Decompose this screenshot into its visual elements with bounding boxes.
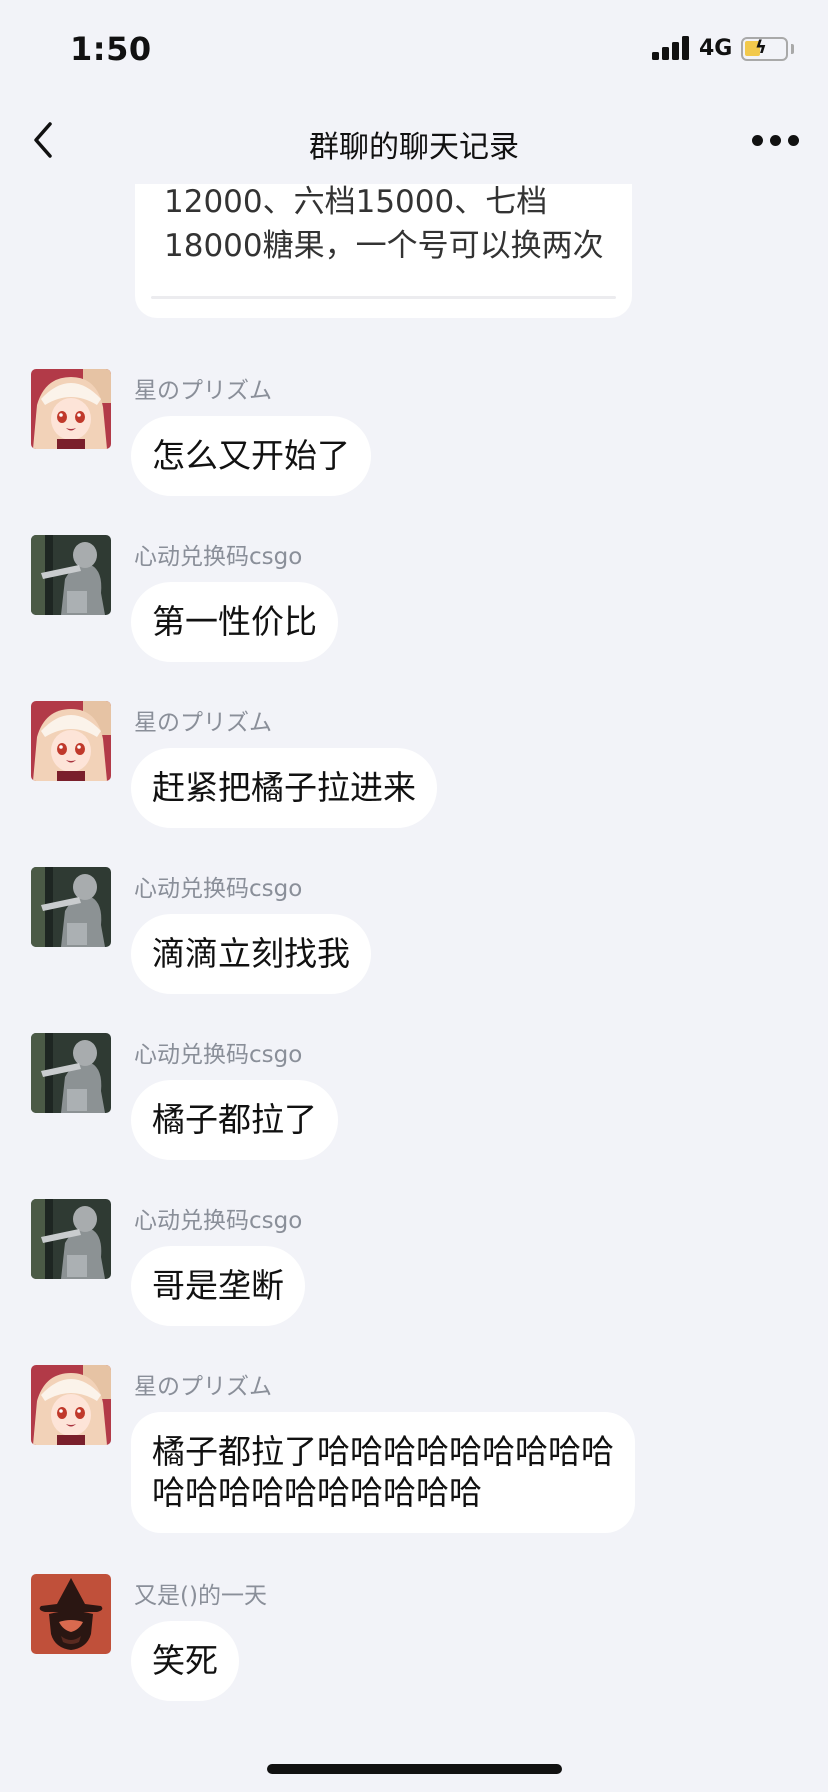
sender-name: 星のプリズム	[134, 1374, 272, 1400]
forwarded-record-card[interactable]: 12000、六档15000、七档18000糖果，一个号可以换两次	[135, 184, 632, 318]
anime-girl-avatar[interactable]	[31, 701, 111, 781]
anime-girl-avatar[interactable]	[31, 369, 111, 449]
card-divider	[151, 296, 616, 299]
status-time: 1:50	[70, 30, 152, 68]
sender-name: 心动兑换码csgo	[134, 1042, 303, 1068]
message-bubble[interactable]: 橘子都拉了	[131, 1080, 338, 1160]
dark-figure-avatar[interactable]	[31, 1199, 111, 1279]
message-bubble[interactable]: 第一性价比	[131, 582, 338, 662]
dark-figure-avatar[interactable]	[31, 867, 111, 947]
chat-history-screen: 1:50 4G ϟ 群聊的聊天记录 12000、六档15000、七档18000糖…	[0, 0, 828, 1792]
message-bubble[interactable]: 滴滴立刻找我	[131, 914, 371, 994]
cellular-signal-icon	[652, 36, 690, 60]
battery-icon: ϟ	[741, 37, 788, 61]
message-bubble[interactable]: 笑死	[131, 1621, 239, 1701]
sender-name: 又是()的一天	[134, 1583, 267, 1609]
battery-tip	[791, 44, 794, 54]
dark-figure-avatar[interactable]	[31, 1033, 111, 1113]
forwarded-record-text: 12000、六档15000、七档18000糖果，一个号可以换两次	[164, 184, 604, 264]
sender-name: 星のプリズム	[134, 710, 272, 736]
message-line: 哈哈哈哈哈哈哈哈哈哈	[152, 1473, 482, 1512]
more-button[interactable]	[752, 128, 800, 152]
message-bubble[interactable]: 哥是垄断	[131, 1246, 305, 1326]
sender-name: 心动兑换码csgo	[134, 876, 303, 902]
chat-message-list[interactable]: 12000、六档15000、七档18000糖果，一个号可以换两次 星のプリズム …	[0, 184, 828, 1744]
dark-figure-avatar[interactable]	[31, 535, 111, 615]
message-bubble[interactable]: 橘子都拉了哈哈哈哈哈哈哈哈哈 哈哈哈哈哈哈哈哈哈哈	[131, 1412, 635, 1533]
network-type: 4G	[699, 36, 733, 61]
page-title: 群聊的聊天记录	[309, 130, 519, 165]
sender-name: 星のプリズム	[134, 378, 272, 404]
sender-name: 心动兑换码csgo	[134, 1208, 303, 1234]
message-bubble[interactable]: 赶紧把橘子拉进来	[131, 748, 437, 828]
status-bar: 1:50 4G ϟ	[0, 0, 828, 100]
sender-name: 心动兑换码csgo	[134, 544, 303, 570]
witch-silhouette-avatar[interactable]	[31, 1574, 111, 1654]
message-line: 橘子都拉了哈哈哈哈哈哈哈哈哈	[152, 1432, 614, 1471]
nav-bar: 群聊的聊天记录	[0, 100, 828, 184]
charging-bolt-icon: ϟ	[755, 37, 767, 58]
home-indicator[interactable]	[267, 1764, 562, 1774]
anime-girl-avatar[interactable]	[31, 1365, 111, 1445]
message-bubble[interactable]: 怎么又开始了	[131, 416, 371, 496]
